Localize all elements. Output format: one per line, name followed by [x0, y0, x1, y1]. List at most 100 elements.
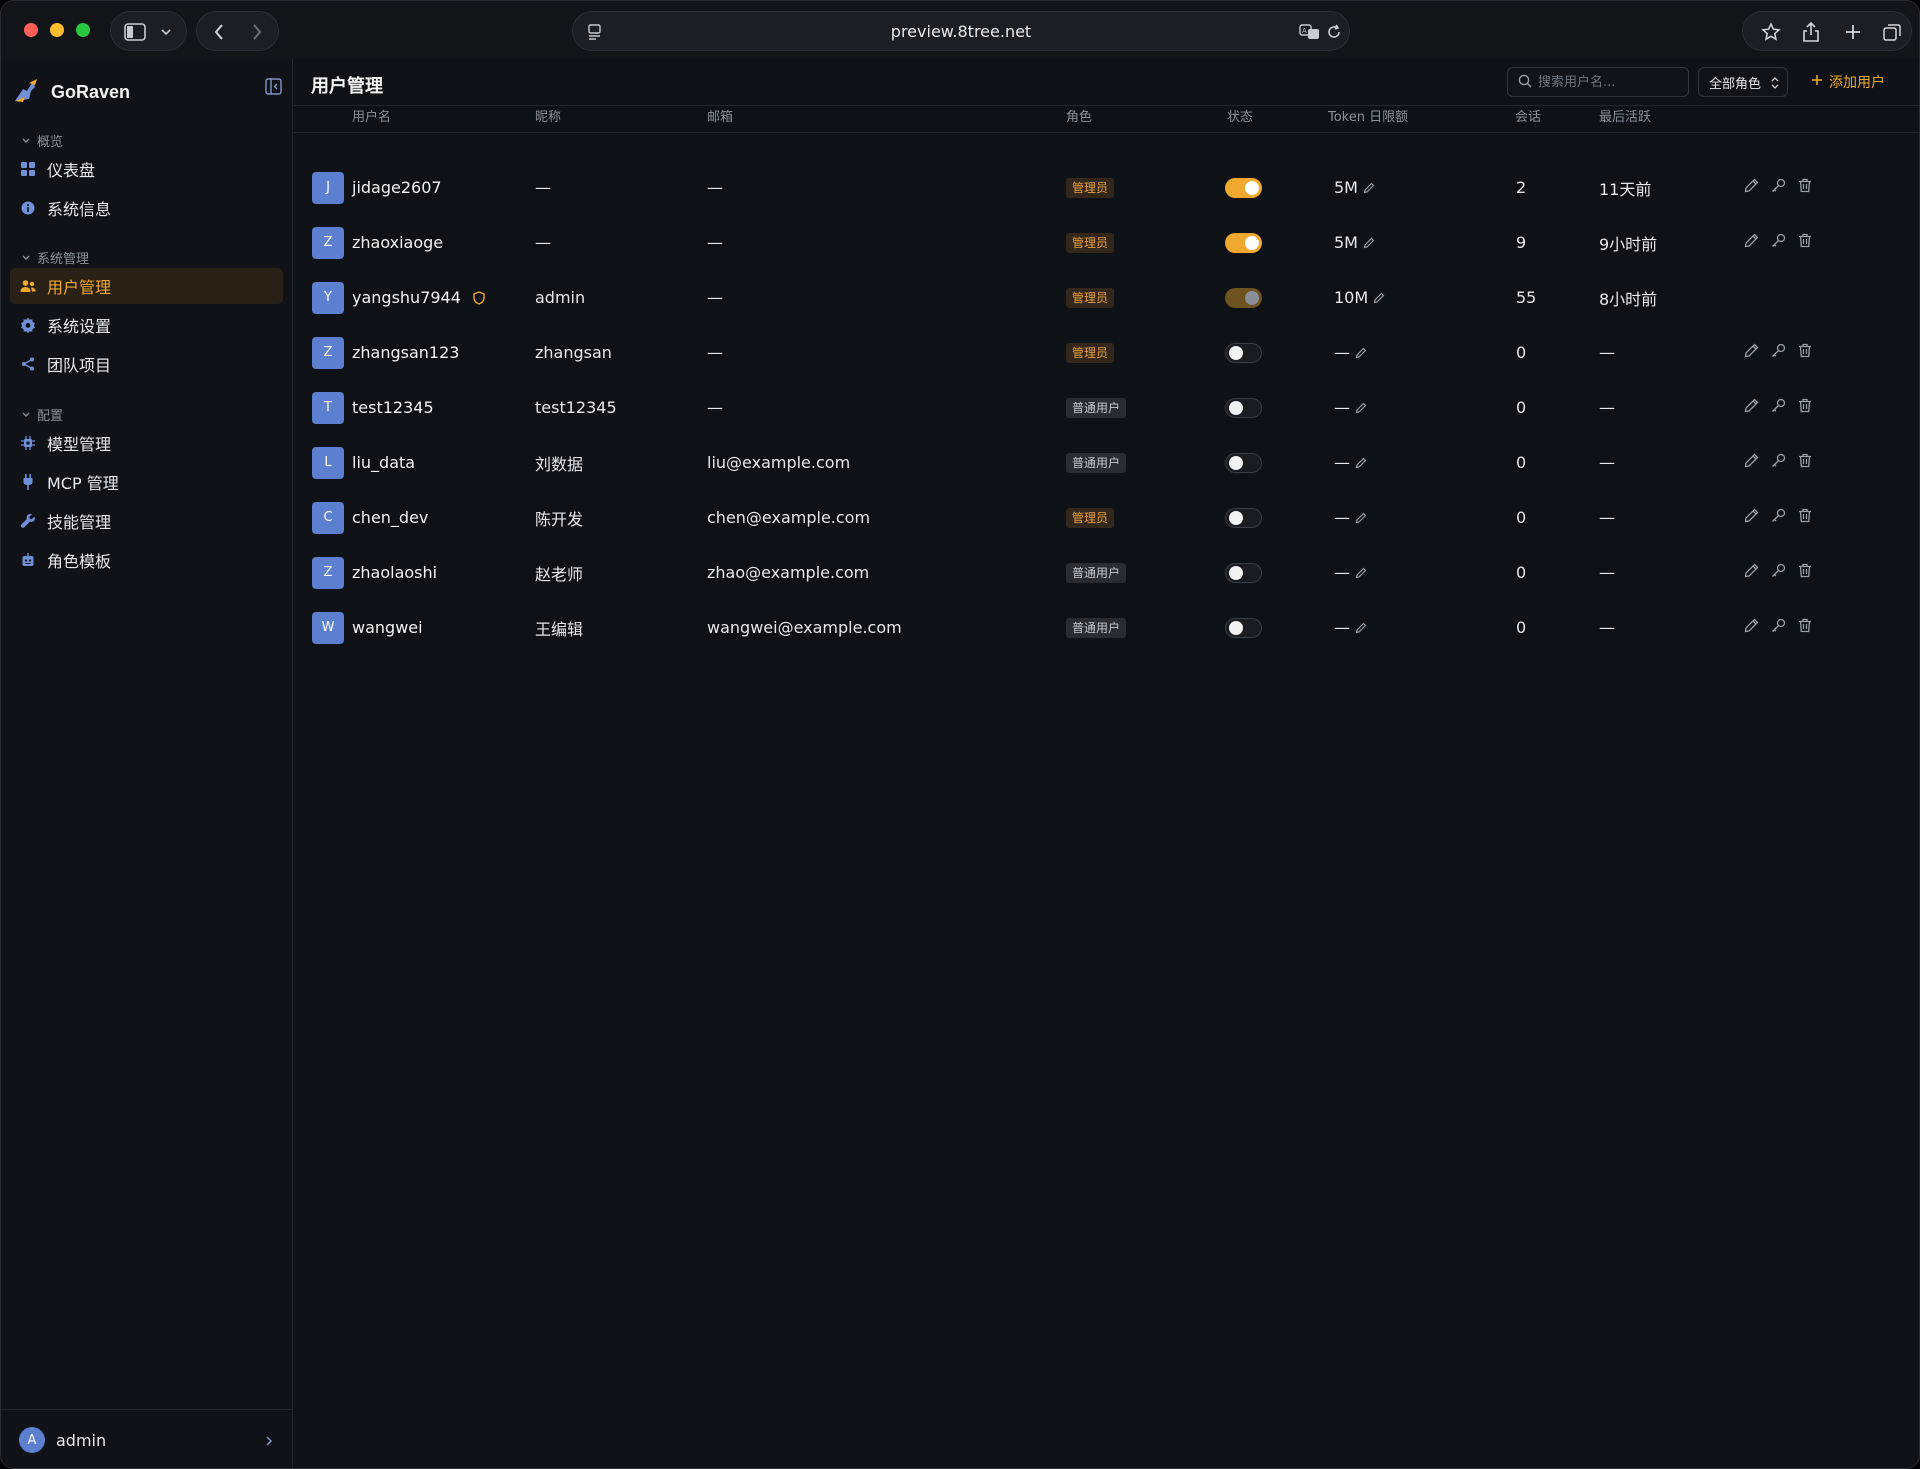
- column-header-sessions[interactable]: 会话: [1515, 106, 1541, 125]
- tab-overview-icon[interactable]: [1882, 22, 1902, 42]
- row-actions: [1744, 545, 1812, 600]
- trash-icon[interactable]: [1798, 618, 1812, 637]
- edit-icon[interactable]: [1744, 618, 1759, 637]
- trash-icon[interactable]: [1798, 453, 1812, 472]
- section-system-admin[interactable]: 系统管理: [21, 248, 89, 267]
- sidebar-item-system-settings[interactable]: 系统设置: [10, 307, 283, 343]
- bookmark-star-icon[interactable]: [1761, 22, 1781, 42]
- sidebar-item-system-info[interactable]: 系统信息: [10, 190, 283, 226]
- username[interactable]: liu_data: [352, 453, 415, 472]
- status-toggle[interactable]: [1225, 342, 1262, 363]
- column-header-username[interactable]: 用户名: [352, 106, 391, 125]
- status-toggle[interactable]: [1225, 287, 1262, 308]
- edit-icon[interactable]: [1744, 178, 1759, 197]
- column-header-status[interactable]: 状态: [1227, 106, 1253, 125]
- edit-icon[interactable]: [1744, 453, 1759, 472]
- avatar: Z: [312, 226, 344, 259]
- edit-limit-icon[interactable]: [1363, 237, 1375, 249]
- sidebar-item-user-management[interactable]: 用户管理: [10, 268, 283, 304]
- info-icon: [20, 200, 36, 216]
- column-header-token-limit[interactable]: Token 日限额: [1328, 106, 1408, 125]
- brand[interactable]: GoRaven: [11, 75, 130, 109]
- key-icon[interactable]: [1771, 563, 1786, 582]
- column-header-last-active[interactable]: 最后活跃: [1599, 106, 1651, 125]
- maximize-window-button[interactable]: [76, 23, 90, 37]
- sidebar-user-menu[interactable]: A admin: [1, 1409, 293, 1468]
- back-arrow-icon[interactable]: [212, 22, 226, 42]
- status-toggle[interactable]: [1225, 617, 1262, 638]
- chevron-down-icon[interactable]: [160, 27, 172, 37]
- role-filter-select[interactable]: 全部角色: [1698, 67, 1788, 97]
- search-box[interactable]: [1507, 67, 1689, 97]
- address-bar[interactable]: preview.8tree.net A: [572, 11, 1350, 51]
- minimize-window-button[interactable]: [50, 23, 64, 37]
- column-header-nickname[interactable]: 昵称: [535, 106, 561, 125]
- username[interactable]: wangwei: [352, 618, 423, 637]
- username[interactable]: zhangsan123: [352, 343, 459, 362]
- reload-icon[interactable]: [1326, 23, 1342, 41]
- trash-icon[interactable]: [1798, 343, 1812, 362]
- trash-icon[interactable]: [1798, 233, 1812, 252]
- trash-icon[interactable]: [1798, 508, 1812, 527]
- column-header-role[interactable]: 角色: [1066, 106, 1092, 125]
- key-icon[interactable]: [1771, 178, 1786, 197]
- edit-icon[interactable]: [1744, 343, 1759, 362]
- sidebar-toggle-icon[interactable]: [124, 23, 146, 41]
- edit-icon[interactable]: [1744, 563, 1759, 582]
- edit-limit-icon[interactable]: [1355, 347, 1367, 359]
- edit-limit-icon[interactable]: [1373, 292, 1385, 304]
- edit-icon[interactable]: [1744, 508, 1759, 527]
- key-icon[interactable]: [1771, 343, 1786, 362]
- status-toggle[interactable]: [1225, 397, 1262, 418]
- page-menu-icon[interactable]: [587, 23, 603, 41]
- edit-icon[interactable]: [1744, 233, 1759, 252]
- status-toggle[interactable]: [1225, 232, 1262, 253]
- edit-limit-icon[interactable]: [1355, 457, 1367, 469]
- username[interactable]: chen_dev: [352, 508, 428, 527]
- status-toggle[interactable]: [1225, 452, 1262, 473]
- key-icon[interactable]: [1771, 233, 1786, 252]
- key-icon[interactable]: [1771, 453, 1786, 472]
- trash-icon[interactable]: [1798, 563, 1812, 582]
- trash-icon[interactable]: [1798, 178, 1812, 197]
- key-icon[interactable]: [1771, 618, 1786, 637]
- edit-limit-icon[interactable]: [1355, 402, 1367, 414]
- new-tab-icon[interactable]: [1843, 22, 1863, 42]
- translate-icon[interactable]: A: [1299, 23, 1321, 41]
- key-icon[interactable]: [1771, 398, 1786, 417]
- section-overview[interactable]: 概览: [21, 131, 63, 150]
- username[interactable]: zhaolaoshi: [352, 563, 437, 582]
- add-user-button[interactable]: 添加用户: [1811, 72, 1885, 92]
- status-toggle[interactable]: [1225, 507, 1262, 528]
- edit-limit-icon[interactable]: [1355, 622, 1367, 634]
- edit-limit-icon[interactable]: [1355, 512, 1367, 524]
- sidebar-item-model-management[interactable]: 模型管理: [10, 425, 283, 461]
- section-config[interactable]: 配置: [21, 405, 63, 424]
- user-cell: W: [312, 600, 344, 655]
- edit-limit-icon[interactable]: [1355, 567, 1367, 579]
- status-toggle[interactable]: [1225, 177, 1262, 198]
- username[interactable]: test12345: [352, 398, 434, 417]
- forward-arrow-icon[interactable]: [250, 22, 264, 42]
- column-header-email[interactable]: 邮箱: [707, 106, 733, 125]
- trash-icon[interactable]: [1798, 398, 1812, 417]
- username[interactable]: zhaoxiaoge: [352, 233, 443, 252]
- share-icon[interactable]: [1802, 21, 1820, 43]
- edit-icon[interactable]: [1744, 398, 1759, 417]
- chevron-right-icon[interactable]: [265, 1432, 273, 1451]
- edit-limit-icon[interactable]: [1363, 182, 1375, 194]
- sidebar-item-skill-management[interactable]: 技能管理: [10, 503, 283, 539]
- username-cell: liu_data: [352, 435, 415, 490]
- key-icon[interactable]: [1771, 508, 1786, 527]
- sidebar-item-mcp-management[interactable]: MCP 管理: [10, 464, 283, 500]
- search-input[interactable]: [1538, 74, 1678, 90]
- user-cell: Z: [312, 215, 344, 270]
- sidebar-item-dashboard[interactable]: 仪表盘: [10, 151, 283, 187]
- collapse-sidebar-icon[interactable]: [265, 78, 282, 99]
- sidebar-item-team-projects[interactable]: 团队项目: [10, 346, 283, 382]
- close-window-button[interactable]: [24, 23, 38, 37]
- status-toggle[interactable]: [1225, 562, 1262, 583]
- sidebar-item-role-templates[interactable]: 角色模板: [10, 542, 283, 578]
- username[interactable]: yangshu7944: [352, 288, 461, 307]
- username[interactable]: jidage2607: [352, 178, 442, 197]
